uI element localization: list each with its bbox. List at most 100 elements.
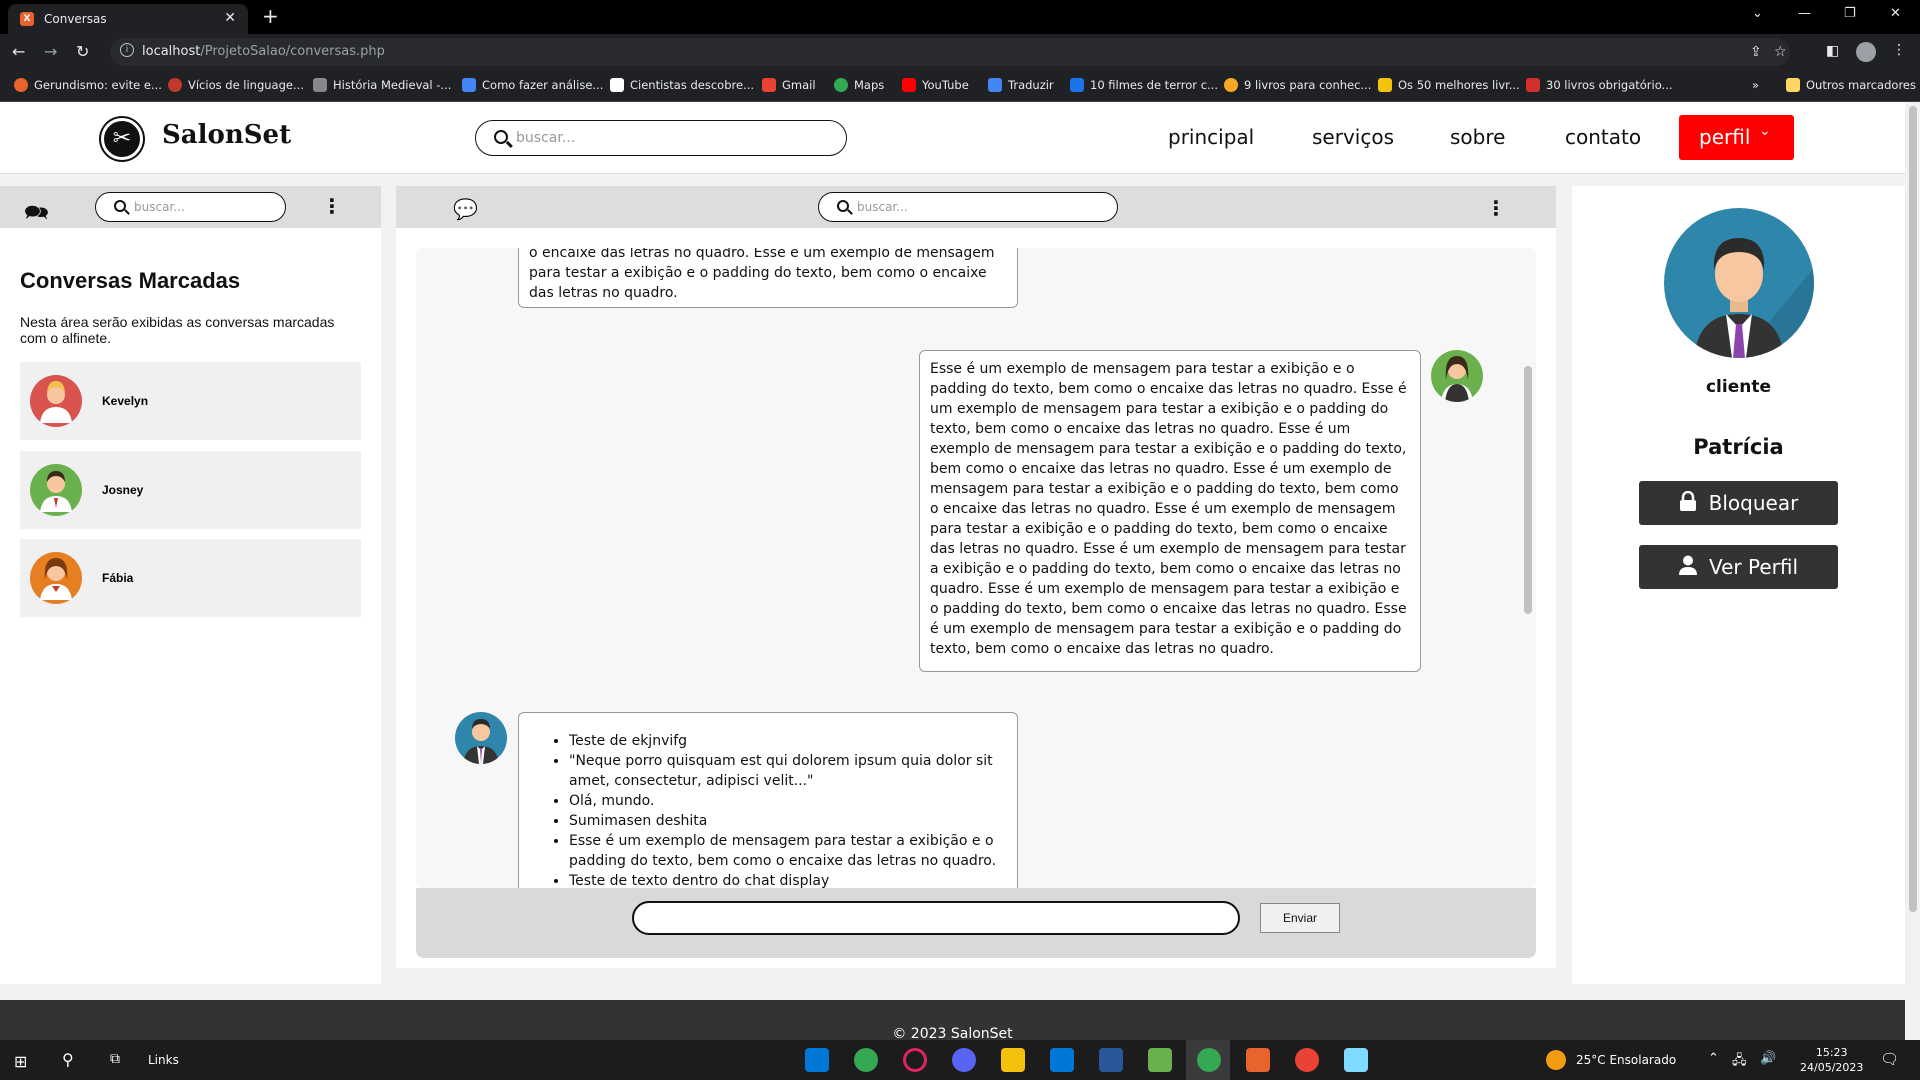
clock-date: 24/05/2023	[1800, 1061, 1864, 1074]
avatar	[30, 552, 82, 604]
bookmark-item[interactable]: 9 livros para conhec...	[1224, 78, 1371, 92]
reload-icon[interactable]: ↻	[76, 42, 89, 61]
nav-servicos[interactable]: serviços	[1312, 125, 1394, 149]
page-scrollbar-thumb[interactable]	[1909, 106, 1917, 912]
close-window-button[interactable]: ✕	[1890, 6, 1901, 21]
profile-avatar-icon[interactable]	[1856, 42, 1876, 62]
search-placeholder: buscar...	[134, 200, 185, 214]
bluestacks-icon[interactable]	[1148, 1048, 1172, 1072]
clock[interactable]: 15:23 24/05/2023	[1800, 1045, 1863, 1075]
received-message: o encaixe das letras no quadro. Esse é u…	[518, 248, 1018, 308]
chrome-icon[interactable]	[854, 1048, 878, 1072]
forward-arrow-icon[interactable]: →	[44, 42, 57, 61]
word-icon[interactable]	[1099, 1048, 1123, 1072]
bookmark-item[interactable]: História Medieval -...	[313, 78, 451, 92]
message-search-input[interactable]: buscar...	[818, 192, 1118, 222]
nav-contato[interactable]: contato	[1565, 125, 1641, 149]
sun-icon	[1546, 1050, 1566, 1070]
xampp-icon[interactable]	[1246, 1048, 1270, 1072]
received-message-list: Teste de ekjnvifg "Neque porro quisquam …	[518, 712, 1018, 888]
links-toolbar[interactable]: Links	[148, 1053, 179, 1067]
bookmark-icon	[168, 78, 182, 92]
brand-name[interactable]: SalonSet	[162, 120, 291, 150]
folder-icon	[1786, 78, 1800, 92]
bookmark-icon	[610, 78, 624, 92]
tab-search-icon[interactable]: ⌄	[1752, 6, 1763, 21]
list-item: Esse é um exemplo de mensagem para testa…	[569, 831, 1007, 871]
vscode-icon[interactable]	[805, 1048, 829, 1072]
star-icon[interactable]: ☆	[1774, 44, 1787, 60]
list-item: "Neque porro quisquam est qui dolorem ip…	[569, 751, 1007, 791]
contact-avatar	[1664, 208, 1814, 358]
opera-icon[interactable]	[903, 1048, 927, 1072]
profile-dropdown-button[interactable]: perfil ⌄	[1679, 115, 1794, 160]
bookmark-item[interactable]: 10 filmes de terror c...	[1070, 78, 1218, 92]
header-search-input[interactable]: buscar...	[475, 120, 847, 156]
bookmark-icon	[1070, 78, 1084, 92]
bookmark-item[interactable]: Como fazer análise...	[462, 78, 603, 92]
send-button[interactable]: Enviar	[1260, 903, 1340, 933]
conversation-item[interactable]: Josney	[20, 451, 361, 529]
store-icon[interactable]	[1050, 1048, 1074, 1072]
conversation-search-input[interactable]: buscar...	[95, 192, 286, 222]
conversation-name: Fábia	[102, 571, 134, 585]
chrome-profile-icon[interactable]	[1197, 1048, 1221, 1072]
minimize-button[interactable]: —	[1798, 6, 1811, 21]
avatar	[30, 375, 82, 427]
weather-text[interactable]: 25°C Ensolarado	[1576, 1053, 1676, 1067]
restore-button[interactable]: ❐	[1844, 6, 1856, 21]
more-options-icon[interactable]: ⋮	[1486, 196, 1506, 220]
nav-sobre[interactable]: sobre	[1450, 125, 1505, 149]
chat-scrollbar-thumb[interactable]	[1524, 366, 1532, 614]
discord-icon[interactable]	[952, 1048, 976, 1072]
bookmark-item[interactable]: Vícios de linguage...	[168, 78, 304, 92]
bookmark-item[interactable]: Traduzir	[988, 78, 1054, 92]
new-tab-button[interactable]: +	[262, 4, 279, 28]
task-view-icon[interactable]: ⧉	[110, 1051, 120, 1067]
share-icon[interactable]: ⇪	[1750, 44, 1762, 60]
windows-start-icon[interactable]: ⊞	[14, 1052, 27, 1071]
chat-bubble-icon[interactable]: 💬	[453, 197, 478, 221]
bookmark-item[interactable]: Os 50 melhores livr...	[1378, 78, 1520, 92]
browser-tab[interactable]: X Conversas ✕	[8, 4, 248, 34]
close-tab-icon[interactable]: ✕	[224, 10, 236, 26]
notes-icon[interactable]	[1344, 1048, 1368, 1072]
user-icon	[1678, 555, 1697, 580]
bookmark-item[interactable]: 30 livros obrigatório...	[1526, 78, 1673, 92]
bookmark-item[interactable]: Gmail	[762, 78, 816, 92]
bookmark-item[interactable]: Maps	[834, 78, 884, 92]
view-profile-button[interactable]: Ver Perfil	[1639, 545, 1838, 589]
chats-icon[interactable]: 🗪	[24, 198, 49, 232]
chevron-up-icon[interactable]: ⌃	[1708, 1051, 1719, 1066]
bookmark-item[interactable]: Gerundismo: evite e...	[14, 78, 162, 92]
chat-display[interactable]: o encaixe das letras no quadro. Esse é u…	[416, 248, 1536, 888]
more-options-icon[interactable]: ⋮	[322, 194, 342, 218]
search-placeholder: buscar...	[857, 200, 908, 214]
bookmark-item[interactable]: Cientistas descobre...	[610, 78, 754, 92]
nav-principal[interactable]: principal	[1168, 125, 1254, 149]
other-bookmarks[interactable]: Outros marcadores	[1786, 78, 1916, 92]
browser-tab-bar	[0, 0, 1920, 34]
search-icon[interactable]: ⚲	[62, 1050, 74, 1069]
scissors-logo-icon[interactable]: ✂	[101, 118, 143, 160]
url-field[interactable]: i localhost/ProjetoSalao/conversas.php ⇪…	[110, 38, 1790, 66]
network-icon[interactable]: 🖧	[1732, 1051, 1747, 1073]
conversation-item[interactable]: Kevelyn	[20, 362, 361, 440]
side-panel-icon[interactable]: ◧	[1826, 43, 1839, 59]
chrome-profile-icon[interactable]	[1295, 1048, 1319, 1072]
block-button[interactable]: Bloquear	[1639, 481, 1838, 525]
sent-message: Esse é um exemplo de mensagem para testa…	[919, 350, 1421, 672]
message-input[interactable]	[632, 901, 1240, 935]
back-arrow-icon[interactable]: ←	[12, 42, 25, 61]
volume-icon[interactable]: 🔊	[1760, 1051, 1776, 1066]
bookmark-item[interactable]: YouTube	[902, 78, 969, 92]
bookmark-icon	[1378, 78, 1392, 92]
search-placeholder: buscar...	[516, 130, 576, 146]
file-explorer-icon[interactable]	[1001, 1048, 1025, 1072]
more-bookmarks-icon[interactable]: »	[1752, 78, 1759, 92]
menu-dots-icon[interactable]: ⋮	[1892, 42, 1906, 58]
conversation-name: Kevelyn	[102, 394, 149, 408]
notifications-icon[interactable]: 🗨	[1880, 1050, 1899, 1068]
info-icon[interactable]: i	[120, 43, 134, 57]
conversation-item[interactable]: Fábia	[20, 539, 361, 617]
